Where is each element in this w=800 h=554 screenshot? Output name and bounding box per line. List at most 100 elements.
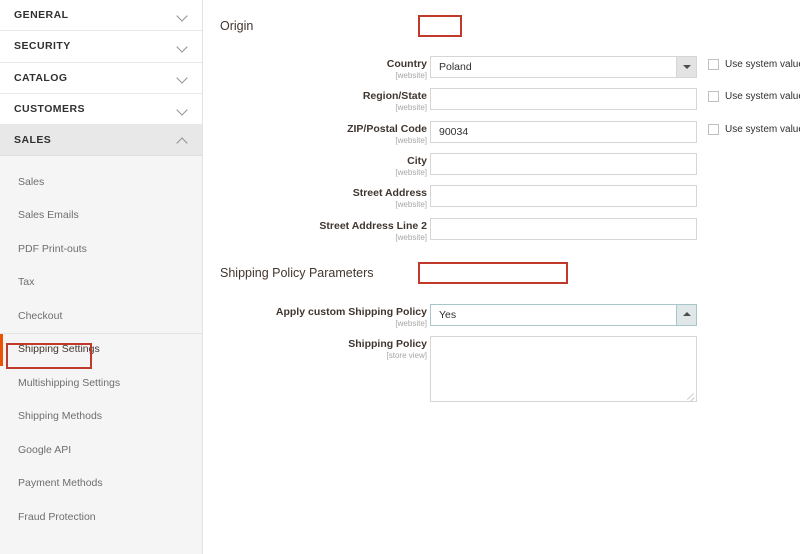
sidebar-divider — [0, 332, 202, 334]
field-label: Region/State [website] — [203, 88, 427, 113]
field-scope-text: [website] — [395, 135, 427, 145]
sidebar-item-label: Payment Methods — [18, 477, 103, 490]
sidebar-item-label: Fraud Protection — [18, 510, 96, 523]
sidebar-item-payment-methods[interactable]: Payment Methods — [0, 467, 202, 501]
form-row: City [website] — [203, 152, 800, 185]
field-label: Apply custom Shipping Policy [website] — [203, 304, 427, 329]
chevron-down-icon[interactable] — [676, 57, 696, 77]
use-system-value-country[interactable]: Use system value — [708, 59, 800, 70]
sidebar-item-pdf-print-outs[interactable]: PDF Print-outs — [0, 232, 202, 266]
sidebar-item-shipping-settings[interactable]: Shipping Settings — [0, 332, 202, 367]
field-label: Street Address Line 2 [website] — [203, 218, 427, 243]
sidebar-item-multishipping-settings[interactable]: Multishipping Settings — [0, 366, 202, 400]
chevron-down-icon[interactable] — [177, 41, 188, 52]
use-system-value-label: Use system value — [725, 91, 800, 103]
checkbox-use-system-value[interactable] — [708, 59, 719, 70]
chevron-up-icon[interactable] — [676, 305, 696, 325]
field-scope-text: [store view] — [386, 351, 427, 361]
chevron-up-icon[interactable] — [177, 135, 188, 146]
field-control: Yes — [430, 304, 697, 326]
sidebar-group-label: SALES — [14, 134, 52, 147]
field-label: Country [website] — [203, 56, 427, 81]
field-label: ZIP/Postal Code [website] — [203, 121, 427, 146]
use-system-value-label: Use system value — [725, 123, 800, 135]
select-apply-custom-shipping-policy[interactable]: Yes — [430, 304, 697, 326]
field-label-text: Region/State — [362, 90, 427, 103]
field-label-text: Apply custom Shipping Policy — [275, 306, 427, 318]
form-row: Region/State [website] Use system value — [203, 88, 800, 120]
field-label-text: ZIP/Postal Code — [347, 122, 427, 135]
field-label-text: Country — [386, 58, 427, 70]
config-sidebar: GENERAL SECURITY CATALOG CUSTOMERS SALES Sal… — [0, 0, 203, 554]
select-arrow-glyph — [683, 312, 691, 316]
sidebar-item-checkout[interactable]: Checkout — [0, 299, 202, 333]
chevron-down-icon[interactable] — [177, 104, 188, 115]
textarea-shipping-policy[interactable] — [430, 336, 697, 403]
field-scope-text: [website] — [395, 103, 427, 113]
section-title-shipping-policy-parameters: Shipping Policy Parameters — [220, 266, 374, 280]
form-row: ZIP/Postal Code[website] Use system value — [203, 120, 800, 153]
field-control — [430, 88, 697, 111]
field-scope-text: [website] — [395, 167, 427, 177]
sidebar-group-catalog[interactable]: CATALOG — [0, 62, 202, 94]
field-control — [430, 120, 697, 143]
field-scope-text: [website] — [395, 319, 427, 328]
sidebar-item-label: Sales Emails — [18, 209, 79, 222]
input-region-state[interactable] — [430, 88, 697, 111]
form-row: Apply custom Shipping Policy [website] Yes — [203, 304, 800, 336]
checkbox-use-system-value[interactable] — [708, 123, 719, 135]
sidebar-item-tax[interactable]: Tax — [0, 266, 202, 300]
form-row: Country [website] Poland Use system value — [203, 56, 800, 88]
sidebar-item-label: Sales — [18, 175, 45, 188]
select-value-country[interactable]: Poland — [430, 56, 697, 78]
field-scope-text: [website] — [395, 232, 427, 242]
field-label-text: Shipping Policy — [348, 338, 427, 351]
sidebar-item-label: Shipping Settings — [18, 343, 100, 356]
admin-config-page: GENERAL SECURITY CATALOG CUSTOMERS SALES Sal… — [0, 0, 800, 554]
field-control — [430, 152, 697, 175]
field-control: Poland — [430, 56, 697, 78]
sidebar-group-customers[interactable]: CUSTOMERS — [0, 93, 202, 126]
field-control — [430, 336, 697, 403]
use-system-value-zip-postal-code[interactable]: Use system value — [708, 123, 800, 135]
sidebar-item-sales[interactable]: Sales — [0, 165, 202, 199]
sidebar-item-label: Checkout — [18, 309, 63, 322]
section-title-origin: Origin — [220, 19, 254, 33]
sidebar-group-label: SECURITY — [14, 40, 71, 53]
sidebar-group-list: GENERAL SECURITY CATALOG CUSTOMERS SALES — [0, 0, 202, 157]
sidebar-item-label: Multishipping Settings — [18, 376, 121, 389]
sidebar-group-label: GENERAL — [14, 9, 69, 22]
checkbox-use-system-value[interactable] — [708, 91, 719, 103]
select-arrow-glyph — [683, 65, 691, 69]
use-system-value-region-state[interactable]: Use system value — [708, 91, 800, 103]
textarea-wrapper-shipping-policy — [430, 336, 697, 403]
chevron-down-icon[interactable] — [177, 10, 188, 21]
input-street-address-line-2[interactable] — [430, 217, 697, 240]
sidebar-item-label: Shipping Methods — [18, 410, 103, 423]
form-row: Street Address [website] — [203, 185, 800, 217]
input-zip-postal-code[interactable] — [430, 120, 697, 143]
field-label: Shipping Policy [store view] — [203, 336, 427, 361]
config-content: Origin Country [website] Poland Use system … — [203, 0, 800, 554]
sidebar-group-sales[interactable]: SALES — [0, 125, 202, 157]
sidebar-item-label: Tax — [18, 276, 35, 289]
sidebar-group-security[interactable]: SECURITY — [0, 31, 202, 63]
sidebar-group-general[interactable]: GENERAL — [0, 0, 202, 32]
sidebar-item-sales-emails[interactable]: Sales Emails — [0, 199, 202, 233]
select-country[interactable]: Poland — [430, 56, 697, 78]
sidebar-item-fraud-protection[interactable]: Fraud Protection — [0, 500, 202, 534]
use-system-value-label: Use system value — [725, 59, 800, 70]
field-scope-text: [website] — [395, 200, 427, 210]
field-scope-text: [website] — [395, 71, 427, 80]
sidebar-subitem-list: Sales Sales Emails PDF Print-outs Tax Checko… — [0, 165, 202, 534]
chevron-down-icon[interactable] — [177, 72, 188, 83]
select-value-apply-custom-shipping-policy[interactable]: Yes — [430, 304, 697, 326]
sidebar-item-label: PDF Print-outs — [18, 242, 87, 255]
form-row: Shipping Policy [store view] — [203, 336, 800, 404]
field-label: Street Address [website] — [203, 185, 427, 210]
sidebar-item-shipping-methods[interactable]: Shipping Methods — [0, 400, 202, 434]
input-street-address[interactable] — [430, 185, 697, 208]
sidebar-item-google-api[interactable]: Google API — [0, 433, 202, 467]
form-row: Street Address Line 2 [website] — [203, 217, 800, 250]
input-city[interactable] — [430, 152, 697, 175]
